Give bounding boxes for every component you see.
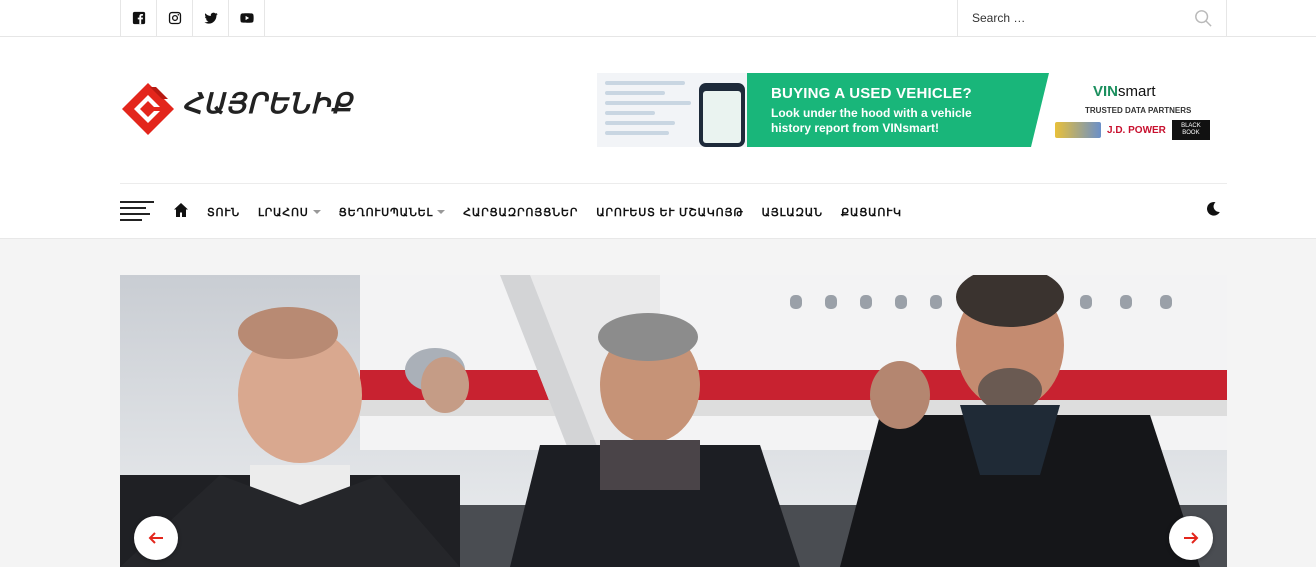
- nav-item-label: ԼՐԱՀՈՍ: [257, 206, 309, 219]
- vinsmart-ad-banner[interactable]: BUYING A USED VEHICLE? Look under the ho…: [597, 73, 1227, 147]
- partner-logos: J.D. POWER BLACK BOOK: [1055, 120, 1210, 140]
- black-book-logo: BLACK BOOK: [1171, 120, 1210, 140]
- logo-text: ՀԱՅՐԵՆԻՔ: [182, 87, 353, 119]
- nav-item-label: ՀԱՐՑԱԶՐՈՅՑՆԵՐ: [463, 206, 579, 219]
- twitter-icon[interactable]: [193, 0, 229, 36]
- nav-item-2[interactable]: ԼՐԱՀՈՍ: [258, 206, 321, 219]
- search-box: [957, 0, 1227, 36]
- ad-headline: BUYING A USED VEHICLE?: [771, 85, 972, 102]
- slider-prev-button[interactable]: [134, 516, 178, 560]
- nav-item-1[interactable]: ՏՈՒՆ: [207, 206, 240, 219]
- nav-item-label: ԱՅԼԱԶԱՆ: [761, 206, 823, 219]
- dark-mode-moon-icon[interactable]: [1205, 201, 1221, 217]
- nav-item-3[interactable]: ՑԵՂՈՒՍՊԱՆԵԼ: [339, 206, 446, 219]
- jd-power-logo: J.D. POWER: [1107, 124, 1166, 136]
- arrow-right-icon: [1184, 532, 1199, 544]
- slider-next-button[interactable]: [1169, 516, 1213, 560]
- nav-menu: ՏՈՒՆ ԼՐԱՀՈՍ ՑԵՂՈՒՍՊԱՆԵԼ ՀԱՐՑԱԶՐՈՅՑՆԵՐ ԱՐՈՒԵՍ…: [207, 184, 920, 240]
- ad-partner-panel: VINsmart TRUSTED DATA PARTNERS J.D. POWE…: [1031, 73, 1227, 147]
- chevron-down-icon: [437, 210, 446, 214]
- arrow-left-icon: [148, 532, 163, 544]
- hamburger-menu-icon[interactable]: [120, 201, 154, 221]
- main-navigation: ՏՈՒՆ ԼՐԱՀՈՍ ՑԵՂՈՒՍՊԱՆԵԼ ՀԱՐՑԱԶՐՈՅՑՆԵՐ ԱՐՈՒԵՍ…: [120, 183, 1227, 239]
- chevron-down-icon: [312, 210, 321, 214]
- instagram-icon[interactable]: [157, 0, 193, 36]
- nav-item-label: ՔԱՑԱՈՒԿ: [840, 206, 902, 219]
- logo-mark-icon: [122, 83, 174, 135]
- site-logo[interactable]: ՀԱՅՐԵՆԻՔ: [120, 81, 353, 137]
- nav-item-6[interactable]: ԱՅԼԱԶԱՆ: [762, 206, 823, 219]
- nmvtis-logo-icon: [1055, 122, 1101, 138]
- nav-item-7[interactable]: ՔԱՑԱՈՒԿ: [841, 206, 902, 219]
- ad-dashboard-image: [597, 73, 747, 147]
- main-content: [0, 239, 1316, 567]
- nav-item-label: ՏՈՒՆ: [207, 206, 240, 219]
- search-input[interactable]: [958, 0, 1188, 36]
- featured-slider: [120, 275, 1227, 567]
- vinsmart-logo: VINsmart: [1093, 83, 1156, 100]
- nav-item-5[interactable]: ԱՐՈՒԵՍՏ ԵՒ ՄՇԱԿՈՅԹ: [596, 206, 743, 219]
- facebook-icon[interactable]: [121, 0, 157, 36]
- featured-photo: [120, 275, 1227, 567]
- ad-copy: BUYING A USED VEHICLE? Look under the ho…: [771, 85, 1001, 136]
- social-links: [120, 0, 265, 36]
- nav-item-label: ԱՐՈՒԵՍՏ ԵՒ ՄՇԱԿՈՅԹ: [596, 206, 744, 219]
- home-icon[interactable]: [173, 202, 189, 218]
- nav-item-4[interactable]: ՀԱՐՑԱԶՐՈՅՑՆԵՐ: [463, 206, 578, 219]
- ad-partners-label: TRUSTED DATA PARTNERS: [1085, 106, 1192, 115]
- top-bar: [0, 0, 1316, 37]
- youtube-icon[interactable]: [229, 0, 265, 36]
- search-icon[interactable]: [1194, 9, 1212, 27]
- ad-green-panel: BUYING A USED VEHICLE? Look under the ho…: [597, 73, 1049, 147]
- nav-item-label: ՑԵՂՈՒՍՊԱՆԵԼ: [338, 206, 434, 219]
- ad-subtext: Look under the hood with a vehicle histo…: [771, 106, 972, 135]
- ad-phone-image: [699, 83, 745, 147]
- site-header: ՀԱՅՐԵՆԻՔ BUYING A USED VEHICLE? Look und…: [0, 37, 1316, 239]
